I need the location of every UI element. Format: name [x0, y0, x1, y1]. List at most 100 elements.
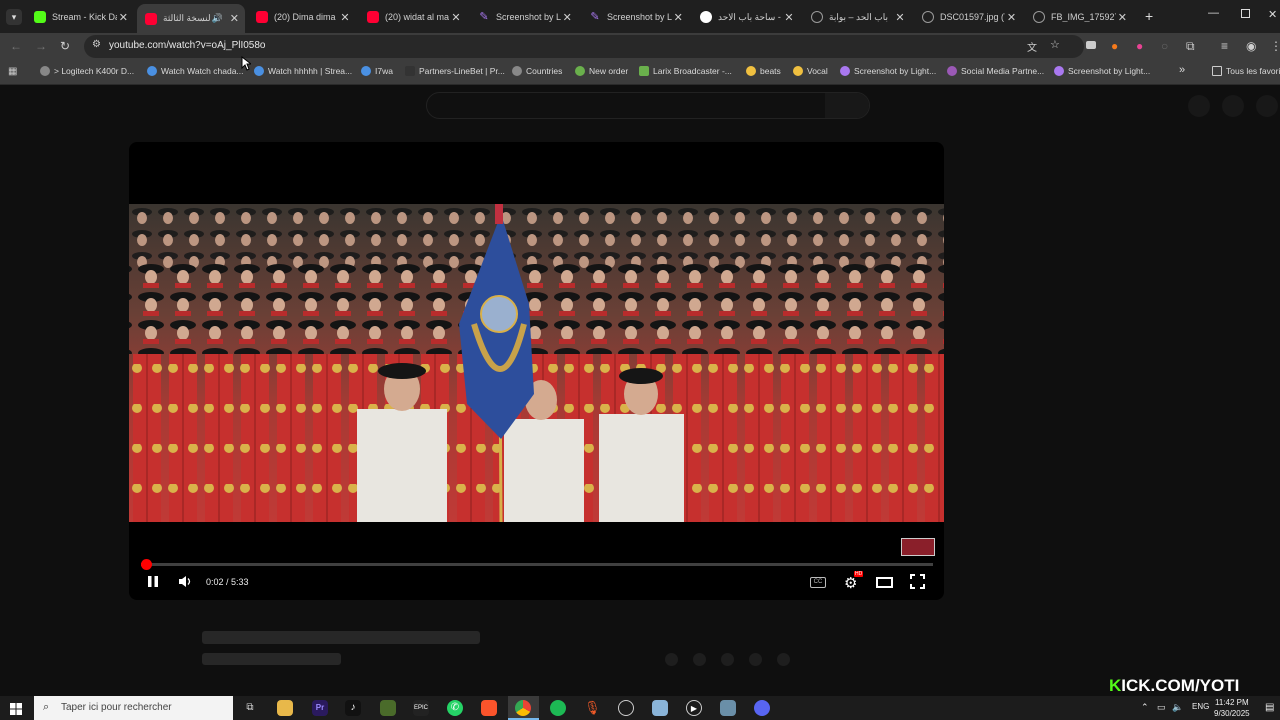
brave-browser-icon[interactable] — [481, 700, 497, 716]
close-tab-icon[interactable]: ✕ — [672, 11, 685, 24]
fullscreen-button[interactable] — [910, 574, 925, 592]
tab-item[interactable]: باب الحد – بوابة ✕ — [803, 6, 911, 28]
bookmarks-overflow-button[interactable]: » — [1179, 64, 1185, 76]
system-clock[interactable]: 11:42 PM 9/30/2025 — [1214, 697, 1250, 719]
audio-playing-icon[interactable]: 🔊 — [210, 13, 223, 24]
tiktok-icon[interactable]: ♪ — [345, 700, 361, 716]
profile-avatar-icon[interactable]: ◉ — [1246, 39, 1256, 53]
settings-button[interactable]: ⚙ HD — [844, 571, 864, 592]
language-indicator[interactable]: ENG — [1192, 702, 1209, 711]
bookmark-item[interactable]: Watch hhhhh | Strea... — [254, 66, 352, 76]
address-bar[interactable]: ⚙ youtube.com/watch?v=oAj_PlI058o 文 ☆ — [84, 35, 1084, 58]
kick-icon — [34, 11, 46, 23]
tab-item[interactable]: (20) Dima dima ✕ — [248, 6, 356, 28]
video-player[interactable]: 0:02 / 5:33 CC ⚙ HD — [129, 142, 944, 600]
new-tab-icon[interactable]: + — [1145, 8, 1153, 24]
tab-item[interactable]: ساحة باب الاحد - ✕ — [692, 6, 800, 28]
close-tab-icon[interactable]: ✕ — [228, 12, 241, 25]
tab-item[interactable]: DSC01597.jpg (7 ✕ — [914, 6, 1022, 28]
extension-disabled-icon[interactable]: ○ — [1161, 39, 1168, 53]
tab-item[interactable]: ✎ Screenshot by Li ✕ — [581, 6, 689, 28]
bookmark-star-icon[interactable]: ☆ — [1050, 38, 1060, 51]
captions-button[interactable]: CC — [810, 577, 826, 588]
app-icon[interactable] — [720, 700, 736, 716]
task-view-icon[interactable]: ⧉ — [242, 700, 258, 716]
obs-icon[interactable] — [618, 700, 634, 716]
bookmark-label: Countries — [526, 66, 563, 76]
media-player-icon[interactable]: ▶ — [686, 700, 702, 716]
restore-window-icon[interactable] — [1241, 9, 1250, 18]
progress-scrubber-handle[interactable] — [140, 559, 152, 570]
spotify-icon[interactable] — [550, 700, 566, 716]
lightshot-icon — [1054, 66, 1064, 76]
taskbar-search-placeholder[interactable]: Taper ici pour rechercher — [61, 702, 172, 713]
url-text[interactable]: youtube.com/watch?v=oAj_PlI058o — [109, 40, 266, 51]
extensions-puzzle-icon[interactable]: ⧉ — [1186, 39, 1195, 54]
close-tab-icon[interactable]: ✕ — [117, 11, 130, 24]
pause-button[interactable] — [147, 575, 159, 591]
close-tab-icon[interactable]: ✕ — [449, 11, 463, 24]
bookmark-item[interactable]: Larix Broadcaster -... — [639, 66, 732, 76]
bookmark-item[interactable]: Watch Watch chada... — [147, 66, 244, 76]
tab-item[interactable]: FB_IMG_175927 ✕ — [1025, 6, 1133, 28]
notification-icon[interactable]: ▤ — [1265, 702, 1274, 713]
close-tab-icon[interactable]: ✕ — [1116, 11, 1129, 24]
bookmark-item[interactable]: I7wa — [361, 66, 393, 76]
close-tab-icon[interactable]: ✕ — [1005, 11, 1018, 24]
network-icon[interactable]: ▭ — [1157, 702, 1166, 713]
epic-games-icon[interactable]: EPIC — [413, 700, 429, 716]
bookmarks-folder[interactable]: Tous les favoris — [1212, 66, 1280, 76]
chrome-taskbar-active[interactable] — [508, 696, 539, 720]
menu-kebab-icon[interactable]: ⋮ — [1270, 39, 1280, 53]
bookmark-item[interactable]: > Logitech K400r D... — [40, 66, 134, 76]
apps-grid-icon[interactable]: ▦ — [8, 66, 17, 77]
bookmark-item[interactable]: Screenshot by Light... — [840, 66, 936, 76]
close-tab-icon[interactable]: ✕ — [782, 11, 796, 24]
tab-search-dropdown-button[interactable]: ▾ — [6, 9, 22, 25]
search-button-skeleton[interactable] — [825, 93, 869, 118]
tab-item-active[interactable]: النسخة الثالثة 🔊 ✕ — [137, 4, 245, 33]
minecraft-icon[interactable] — [380, 700, 396, 716]
close-window-icon[interactable]: ✕ — [1268, 8, 1277, 21]
volume-button[interactable] — [178, 575, 193, 591]
extension-icon[interactable] — [1086, 41, 1096, 49]
bookmark-item[interactable]: beats — [746, 66, 781, 76]
microphone-icon[interactable]: 🎙 — [584, 700, 601, 716]
youtube-search-skeleton[interactable] — [426, 92, 870, 119]
minimize-window-icon[interactable]: — — [1208, 7, 1219, 19]
bookmark-item[interactable]: Vocal — [793, 66, 828, 76]
start-button[interactable] — [10, 702, 22, 720]
close-tab-icon[interactable]: ✕ — [338, 11, 352, 24]
tab-item[interactable]: ✎ Screenshot by Li ✕ — [470, 6, 578, 28]
close-tab-icon[interactable]: ✕ — [893, 11, 907, 24]
progress-bar[interactable] — [140, 559, 933, 570]
reload-icon[interactable]: ↻ — [60, 39, 70, 53]
theater-mode-button[interactable] — [876, 577, 893, 588]
site-settings-icon[interactable]: ⚙ — [92, 39, 101, 50]
file-explorer-icon[interactable] — [277, 700, 293, 716]
video-frame[interactable] — [129, 204, 944, 522]
taskbar-search-box[interactable]: ⌕ Taper ici pour rechercher — [34, 696, 233, 720]
site-icon — [575, 66, 585, 76]
media-control-icon[interactable]: ≡ — [1221, 39, 1228, 53]
bookmark-item[interactable]: Partners-LineBet | Pr... — [405, 66, 505, 76]
app-icon[interactable] — [652, 700, 668, 716]
translate-icon[interactable]: 文 — [1027, 39, 1037, 54]
tab-item[interactable]: Stream - Kick Da ✕ — [26, 6, 134, 28]
forward-arrow-icon[interactable]: → — [35, 39, 47, 53]
extension-orange-icon[interactable]: ● — [1111, 39, 1118, 53]
tray-overflow-icon[interactable]: ⌃ — [1141, 702, 1149, 713]
bookmark-item[interactable]: Countries — [512, 66, 562, 76]
premiere-pro-icon[interactable]: Pr — [312, 700, 328, 716]
close-tab-icon[interactable]: ✕ — [561, 11, 574, 24]
search-icon: ⌕ — [43, 701, 50, 713]
volume-tray-icon[interactable]: 🔈 — [1172, 702, 1183, 713]
whatsapp-icon[interactable]: ✆ — [447, 700, 463, 716]
back-arrow-icon[interactable]: ← — [10, 39, 22, 53]
extension-pink-icon[interactable]: ● — [1136, 39, 1143, 53]
tab-item[interactable]: (20) widat al ma ✕ — [359, 6, 467, 28]
bookmark-item[interactable]: Social Media Partne... — [947, 66, 1044, 76]
discord-icon[interactable] — [754, 700, 770, 716]
bookmark-item[interactable]: Screenshot by Light... — [1054, 66, 1150, 76]
bookmark-item[interactable]: New order — [575, 66, 628, 76]
